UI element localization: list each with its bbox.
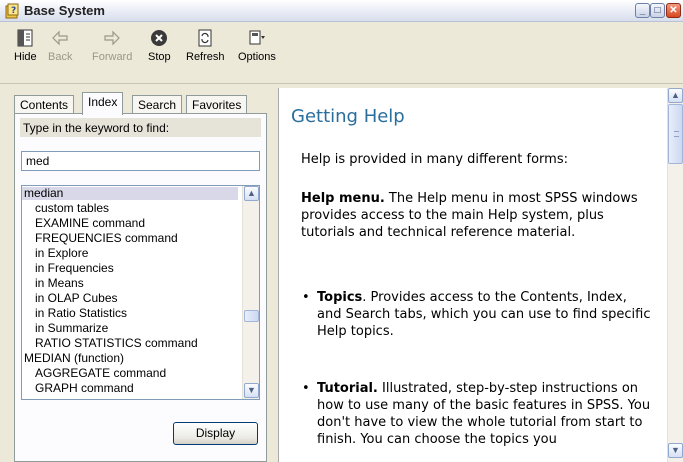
- close-button[interactable]: ✕: [666, 3, 681, 18]
- options-label: Options: [238, 51, 276, 63]
- index-list-item[interactable]: in Means: [22, 277, 84, 290]
- stop-label: Stop: [148, 51, 171, 63]
- index-list-item[interactable]: GRAPH command: [22, 382, 134, 395]
- keyword-input[interactable]: [21, 151, 260, 171]
- bullet-dot: •: [302, 290, 310, 305]
- scroll-down-button[interactable]: ▼: [244, 383, 259, 398]
- bullet-label: Topics: [317, 290, 363, 305]
- maximize-button[interactable]: □: [650, 3, 665, 18]
- index-list-item[interactable]: in Ratio Statistics: [22, 307, 127, 320]
- stop-button[interactable]: Stop: [148, 28, 171, 63]
- index-list-item[interactable]: MEDIAN (function): [22, 352, 124, 365]
- bullet-text: . Provides access to the Contents, Index…: [317, 290, 651, 339]
- options-icon: [249, 30, 265, 45]
- refresh-button[interactable]: Refresh: [186, 28, 225, 63]
- index-list[interactable]: median custom tables EXAMINE command FREQUE…: [21, 185, 260, 400]
- scroll-thumb[interactable]: [244, 310, 259, 322]
- tab-search[interactable]: Search: [132, 95, 183, 114]
- minimize-button[interactable]: _: [635, 3, 650, 18]
- window-title: Base System: [24, 3, 105, 18]
- toolbar: Hide Back Forward Stop Refresh Options: [0, 22, 683, 84]
- intro-text: Help is provided in many different forms…: [301, 152, 568, 167]
- index-list-scrollbar[interactable]: ▲ ▼: [242, 186, 259, 399]
- stop-icon: [151, 30, 168, 46]
- bullet-dot: •: [302, 381, 310, 396]
- index-list-item[interactable]: FREQUENCIES command: [22, 232, 178, 245]
- forward-arrow-icon: [104, 30, 121, 46]
- help-menu-label: Help menu.: [301, 191, 385, 206]
- tab-contents[interactable]: Contents: [14, 95, 75, 114]
- content-scroll-down-button[interactable]: ▼: [668, 443, 683, 458]
- index-list-item[interactable]: EXAMINE command: [22, 217, 145, 230]
- index-tab-panel: Type in the keyword to find: median custo…: [14, 113, 267, 462]
- index-list-item[interactable]: in OLAP Cubes: [22, 292, 118, 305]
- index-list-item[interactable]: AGGREGATE command: [22, 367, 166, 380]
- refresh-label: Refresh: [186, 51, 225, 63]
- help-content: Getting Help Help is provided in many di…: [278, 88, 667, 462]
- content-scroll-up-button[interactable]: ▲: [668, 88, 683, 103]
- hide-label: Hide: [14, 51, 37, 63]
- index-list-item[interactable]: custom tables: [22, 202, 109, 215]
- help-menu-paragraph: Help menu. The Help menu in most SPSS wi…: [301, 190, 651, 241]
- refresh-icon: [198, 29, 212, 47]
- content-scrollbar[interactable]: ▲ ▼: [667, 88, 683, 462]
- forward-label: Forward: [92, 51, 133, 63]
- pane-splitter[interactable]: [272, 88, 276, 462]
- scroll-up-button[interactable]: ▲: [244, 186, 259, 201]
- back-arrow-icon: [52, 30, 68, 46]
- index-list-item[interactable]: median: [22, 187, 238, 200]
- options-button[interactable]: Options: [238, 28, 276, 63]
- index-list-item[interactable]: RATIO STATISTICS command: [22, 337, 198, 350]
- index-list-item[interactable]: in Explore: [22, 247, 88, 260]
- index-list-item[interactable]: in Frequencies: [22, 262, 114, 275]
- bullet-label: Tutorial.: [317, 381, 378, 396]
- nav-tabs: Contents Index Search Favorites: [14, 92, 267, 115]
- svg-text:?: ?: [11, 6, 16, 16]
- title-bar[interactable]: ? Base System _ □ ✕: [0, 0, 683, 22]
- tab-favorites[interactable]: Favorites: [186, 95, 248, 114]
- back-label: Back: [48, 51, 73, 63]
- help-book-icon: ?: [5, 3, 19, 19]
- hide-button[interactable]: Hide: [14, 28, 37, 63]
- hide-pane-icon: [17, 29, 33, 47]
- index-list-item[interactable]: in Summarize: [22, 322, 108, 335]
- bullet-topics: • Topics. Provides access to the Contents…: [302, 289, 653, 340]
- keyword-prompt: Type in the keyword to find:: [20, 118, 261, 137]
- bullet-tutorial: • Tutorial. Illustrated, step-by-step ins…: [302, 380, 653, 448]
- page-title: Getting Help: [291, 106, 405, 127]
- navigation-pane: Contents Index Search Favorites Type in …: [14, 92, 267, 462]
- content-scroll-thumb[interactable]: [668, 104, 683, 164]
- display-button[interactable]: Display: [173, 422, 258, 445]
- forward-button[interactable]: Forward: [92, 28, 132, 63]
- tab-index[interactable]: Index: [82, 92, 124, 115]
- back-button[interactable]: Back: [48, 28, 72, 63]
